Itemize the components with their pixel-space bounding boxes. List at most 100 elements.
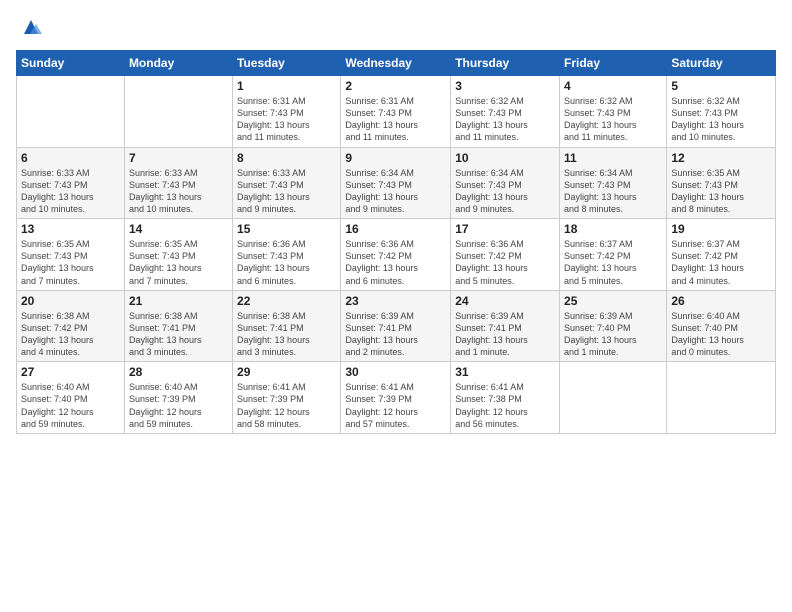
- day-cell: 2 Sunrise: 6:31 AM Sunset: 7:43 PM Daylig…: [341, 76, 451, 148]
- day-cell: 19 Sunrise: 6:37 AM Sunset: 7:42 PM Dayli…: [667, 219, 776, 291]
- day-cell: 23Sunrise: 6:39 AM Sunset: 7:41 PM Dayli…: [341, 290, 451, 362]
- week-row-3: 13 Sunrise: 6:35 AM Sunset: 7:43 PM Dayli…: [17, 219, 776, 291]
- day-info: Sunrise: 6:38 AM Sunset: 7:41 PM Dayligh…: [129, 310, 228, 359]
- day-info: Sunrise: 6:41 AM Sunset: 7:38 PM Dayligh…: [455, 381, 555, 430]
- day-info: Sunrise: 6:40 AM Sunset: 7:39 PM Dayligh…: [129, 381, 228, 430]
- day-info: Sunrise: 6:40 AM Sunset: 7:40 PM Dayligh…: [671, 310, 771, 359]
- day-number: 12: [671, 151, 771, 165]
- day-cell: 3 Sunrise: 6:32 AM Sunset: 7:43 PM Daylig…: [451, 76, 560, 148]
- day-number: 29: [237, 365, 336, 379]
- day-info: Sunrise: 6:35 AM Sunset: 7:43 PM Dayligh…: [21, 238, 120, 287]
- day-cell: 5 Sunrise: 6:32 AM Sunset: 7:43 PM Daylig…: [667, 76, 776, 148]
- day-cell: 11 Sunrise: 6:34 AM Sunset: 7:43 PM Dayli…: [560, 147, 667, 219]
- page: SundayMondayTuesdayWednesdayThursdayFrid…: [0, 0, 792, 612]
- col-header-sunday: Sunday: [17, 51, 125, 76]
- day-cell: 15 Sunrise: 6:36 AM Sunset: 7:43 PM Dayli…: [233, 219, 341, 291]
- day-cell: 17 Sunrise: 6:36 AM Sunset: 7:42 PM Dayli…: [451, 219, 560, 291]
- day-info: Sunrise: 6:36 AM Sunset: 7:42 PM Dayligh…: [455, 238, 555, 287]
- day-number: 9: [345, 151, 446, 165]
- day-info: Sunrise: 6:33 AM Sunset: 7:43 PM Dayligh…: [237, 167, 336, 216]
- week-row-2: 6Sunrise: 6:33 AM Sunset: 7:43 PM Daylig…: [17, 147, 776, 219]
- day-info: Sunrise: 6:38 AM Sunset: 7:41 PM Dayligh…: [237, 310, 336, 359]
- day-info: Sunrise: 6:37 AM Sunset: 7:42 PM Dayligh…: [671, 238, 771, 287]
- day-cell: 18Sunrise: 6:37 AM Sunset: 7:42 PM Dayli…: [560, 219, 667, 291]
- day-info: Sunrise: 6:34 AM Sunset: 7:43 PM Dayligh…: [455, 167, 555, 216]
- col-header-saturday: Saturday: [667, 51, 776, 76]
- col-header-wednesday: Wednesday: [341, 51, 451, 76]
- day-cell: 26Sunrise: 6:40 AM Sunset: 7:40 PM Dayli…: [667, 290, 776, 362]
- logo-icon: [20, 16, 42, 38]
- day-cell: 13 Sunrise: 6:35 AM Sunset: 7:43 PM Dayli…: [17, 219, 125, 291]
- day-number: 30: [345, 365, 446, 379]
- day-info: Sunrise: 6:33 AM Sunset: 7:43 PM Dayligh…: [21, 167, 120, 216]
- day-number: 8: [237, 151, 336, 165]
- day-info: Sunrise: 6:34 AM Sunset: 7:43 PM Dayligh…: [345, 167, 446, 216]
- day-number: 4: [564, 79, 662, 93]
- day-info: Sunrise: 6:40 AM Sunset: 7:40 PM Dayligh…: [21, 381, 120, 430]
- calendar-header-row: SundayMondayTuesdayWednesdayThursdayFrid…: [17, 51, 776, 76]
- day-cell: 29 Sunrise: 6:41 AM Sunset: 7:39 PM Dayli…: [233, 362, 341, 434]
- day-cell: [124, 76, 232, 148]
- day-number: 14: [129, 222, 228, 236]
- day-cell: 31 Sunrise: 6:41 AM Sunset: 7:38 PM Dayli…: [451, 362, 560, 434]
- day-info: Sunrise: 6:41 AM Sunset: 7:39 PM Dayligh…: [237, 381, 336, 430]
- day-number: 24: [455, 294, 555, 308]
- header: [16, 16, 776, 38]
- day-info: Sunrise: 6:34 AM Sunset: 7:43 PM Dayligh…: [564, 167, 662, 216]
- day-cell: 30Sunrise: 6:41 AM Sunset: 7:39 PM Dayli…: [341, 362, 451, 434]
- day-info: Sunrise: 6:36 AM Sunset: 7:42 PM Dayligh…: [345, 238, 446, 287]
- day-cell: 14 Sunrise: 6:35 AM Sunset: 7:43 PM Dayli…: [124, 219, 232, 291]
- day-cell: 8 Sunrise: 6:33 AM Sunset: 7:43 PM Daylig…: [233, 147, 341, 219]
- day-cell: [17, 76, 125, 148]
- day-number: 21: [129, 294, 228, 308]
- day-info: Sunrise: 6:39 AM Sunset: 7:41 PM Dayligh…: [345, 310, 446, 359]
- day-info: Sunrise: 6:38 AM Sunset: 7:42 PM Dayligh…: [21, 310, 120, 359]
- day-info: Sunrise: 6:31 AM Sunset: 7:43 PM Dayligh…: [345, 95, 446, 144]
- day-info: Sunrise: 6:32 AM Sunset: 7:43 PM Dayligh…: [455, 95, 555, 144]
- day-number: 17: [455, 222, 555, 236]
- day-cell: 21 Sunrise: 6:38 AM Sunset: 7:41 PM Dayli…: [124, 290, 232, 362]
- week-row-1: 1 Sunrise: 6:31 AM Sunset: 7:43 PM Daylig…: [17, 76, 776, 148]
- day-cell: [560, 362, 667, 434]
- day-number: 5: [671, 79, 771, 93]
- day-number: 1: [237, 79, 336, 93]
- day-number: 16: [345, 222, 446, 236]
- day-number: 3: [455, 79, 555, 93]
- day-number: 10: [455, 151, 555, 165]
- day-number: 2: [345, 79, 446, 93]
- day-cell: 16 Sunrise: 6:36 AM Sunset: 7:42 PM Dayli…: [341, 219, 451, 291]
- logo: [16, 16, 42, 38]
- day-cell: [667, 362, 776, 434]
- day-cell: 20Sunrise: 6:38 AM Sunset: 7:42 PM Dayli…: [17, 290, 125, 362]
- day-number: 28: [129, 365, 228, 379]
- day-info: Sunrise: 6:39 AM Sunset: 7:40 PM Dayligh…: [564, 310, 662, 359]
- day-number: 27: [21, 365, 120, 379]
- calendar-table: SundayMondayTuesdayWednesdayThursdayFrid…: [16, 50, 776, 434]
- day-number: 31: [455, 365, 555, 379]
- col-header-monday: Monday: [124, 51, 232, 76]
- day-info: Sunrise: 6:35 AM Sunset: 7:43 PM Dayligh…: [129, 238, 228, 287]
- day-number: 7: [129, 151, 228, 165]
- day-number: 19: [671, 222, 771, 236]
- day-number: 15: [237, 222, 336, 236]
- day-info: Sunrise: 6:31 AM Sunset: 7:43 PM Dayligh…: [237, 95, 336, 144]
- day-cell: 1 Sunrise: 6:31 AM Sunset: 7:43 PM Daylig…: [233, 76, 341, 148]
- day-cell: 7 Sunrise: 6:33 AM Sunset: 7:43 PM Daylig…: [124, 147, 232, 219]
- week-row-5: 27 Sunrise: 6:40 AM Sunset: 7:40 PM Dayli…: [17, 362, 776, 434]
- day-info: Sunrise: 6:37 AM Sunset: 7:42 PM Dayligh…: [564, 238, 662, 287]
- day-cell: 9 Sunrise: 6:34 AM Sunset: 7:43 PM Daylig…: [341, 147, 451, 219]
- day-number: 11: [564, 151, 662, 165]
- day-cell: 10 Sunrise: 6:34 AM Sunset: 7:43 PM Dayli…: [451, 147, 560, 219]
- day-cell: 22Sunrise: 6:38 AM Sunset: 7:41 PM Dayli…: [233, 290, 341, 362]
- day-number: 13: [21, 222, 120, 236]
- day-cell: 28 Sunrise: 6:40 AM Sunset: 7:39 PM Dayli…: [124, 362, 232, 434]
- day-cell: 6Sunrise: 6:33 AM Sunset: 7:43 PM Daylig…: [17, 147, 125, 219]
- day-info: Sunrise: 6:36 AM Sunset: 7:43 PM Dayligh…: [237, 238, 336, 287]
- day-cell: 4Sunrise: 6:32 AM Sunset: 7:43 PM Daylig…: [560, 76, 667, 148]
- col-header-friday: Friday: [560, 51, 667, 76]
- day-number: 25: [564, 294, 662, 308]
- day-info: Sunrise: 6:35 AM Sunset: 7:43 PM Dayligh…: [671, 167, 771, 216]
- day-info: Sunrise: 6:32 AM Sunset: 7:43 PM Dayligh…: [671, 95, 771, 144]
- day-cell: 12 Sunrise: 6:35 AM Sunset: 7:43 PM Dayli…: [667, 147, 776, 219]
- day-info: Sunrise: 6:33 AM Sunset: 7:43 PM Dayligh…: [129, 167, 228, 216]
